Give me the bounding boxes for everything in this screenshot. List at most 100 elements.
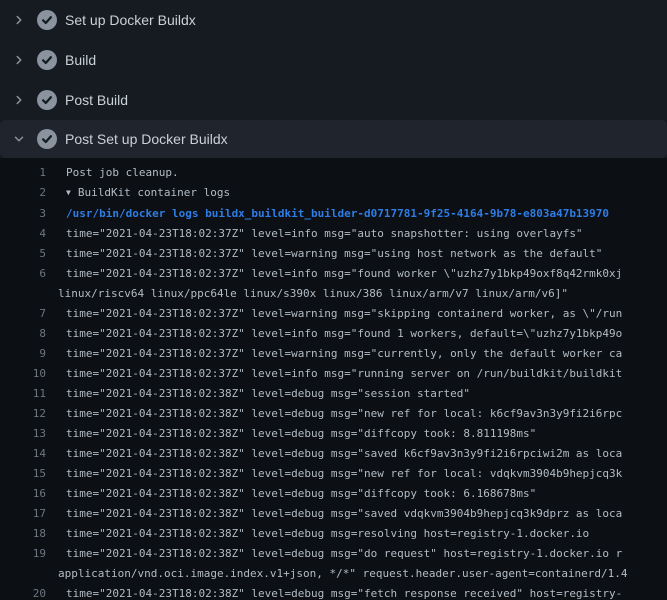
log-line-content: time="2021-04-23T18:02:37Z" level=info m… <box>58 364 622 384</box>
log-line-content: time="2021-04-23T18:02:37Z" level=warnin… <box>58 344 622 364</box>
log-line: 7 time="2021-04-23T18:02:37Z" level=warni… <box>0 304 667 324</box>
log-line-content: time="2021-04-23T18:02:38Z" level=debug … <box>58 544 628 584</box>
log-line: 11 time="2021-04-23T18:02:38Z" level=debu… <box>0 384 667 404</box>
log-line: 12 time="2021-04-23T18:02:38Z" level=debu… <box>0 404 667 424</box>
chevron-right-icon[interactable] <box>12 13 26 27</box>
chevron-right-icon[interactable] <box>12 93 26 107</box>
log-line-number[interactable]: 14 <box>0 444 46 464</box>
log-text-row: time="2021-04-23T18:02:37Z" level=info m… <box>58 324 622 344</box>
steps-list: Set up Docker Buildx Build Post Build Po… <box>0 0 667 158</box>
log-line-number[interactable]: 11 <box>0 384 46 404</box>
log-line-number[interactable]: 5 <box>0 244 46 264</box>
log-text-row: Post job cleanup. <box>58 163 179 183</box>
step-label: Post Build <box>65 92 128 108</box>
step-label: Build <box>65 52 96 68</box>
log-line-content: time="2021-04-23T18:02:37Z" level=warnin… <box>58 304 622 324</box>
log-line-content: /usr/bin/docker logs buildx_buildkit_bui… <box>58 204 609 224</box>
log-line-content: ▼ BuildKit container logs <box>58 183 230 204</box>
log-text-row: time="2021-04-23T18:02:38Z" level=debug … <box>58 424 536 444</box>
log-line-number[interactable]: 18 <box>0 524 46 544</box>
log-text-row: time="2021-04-23T18:02:37Z" level=warnin… <box>58 304 622 324</box>
chevron-down-icon[interactable] <box>12 132 26 146</box>
group-expand-triangle-icon[interactable]: ▼ <box>66 183 71 203</box>
log-line-number[interactable]: 2 <box>0 183 46 203</box>
check-circle-icon <box>37 129 57 149</box>
log-line-number[interactable]: 7 <box>0 304 46 324</box>
log-line-content: time="2021-04-23T18:02:38Z" level=debug … <box>58 584 622 600</box>
log-line-number[interactable]: 4 <box>0 224 46 244</box>
check-circle-icon <box>37 10 57 30</box>
log-text-row: application/vnd.oci.image.index.v1+json,… <box>58 564 628 584</box>
log-text-row: time="2021-04-23T18:02:38Z" level=debug … <box>58 464 622 484</box>
log-line: 9 time="2021-04-23T18:02:37Z" level=warni… <box>0 344 667 364</box>
log-line-content: time="2021-04-23T18:02:38Z" level=debug … <box>58 524 589 544</box>
log-line-number[interactable]: 16 <box>0 484 46 504</box>
log-line: 5 time="2021-04-23T18:02:37Z" level=warni… <box>0 244 667 264</box>
log-text-row: time="2021-04-23T18:02:37Z" level=warnin… <box>58 244 602 264</box>
log-line: 15 time="2021-04-23T18:02:38Z" level=debu… <box>0 464 667 484</box>
log-line-number[interactable]: 1 <box>0 163 46 183</box>
log-text-row: time="2021-04-23T18:02:38Z" level=debug … <box>58 504 622 524</box>
log-line-content: time="2021-04-23T18:02:37Z" level=warnin… <box>58 244 602 264</box>
log-line: 8 time="2021-04-23T18:02:37Z" level=info … <box>0 324 667 344</box>
log-text-row: time="2021-04-23T18:02:38Z" level=debug … <box>58 584 622 600</box>
log-panel: 1 Post job cleanup. 2 ▼ BuildKit container l… <box>0 158 667 600</box>
chevron-right-icon[interactable] <box>12 53 26 67</box>
log-line: 18 time="2021-04-23T18:02:38Z" level=debu… <box>0 524 667 544</box>
log-text-row: time="2021-04-23T18:02:38Z" level=debug … <box>58 484 536 504</box>
log-line-content: Post job cleanup. <box>58 163 179 183</box>
log-line-content: time="2021-04-23T18:02:38Z" level=debug … <box>58 484 536 504</box>
log-line-number[interactable]: 19 <box>0 544 46 564</box>
log-text-row: linux/riscv64 linux/ppc64le linux/s390x … <box>58 284 622 304</box>
log-line: 20 time="2021-04-23T18:02:38Z" level=debu… <box>0 584 667 600</box>
log-line-number[interactable]: 9 <box>0 344 46 364</box>
log-line-number[interactable]: 3 <box>0 204 46 224</box>
step-row-build[interactable]: Build <box>0 40 667 80</box>
log-line: 13 time="2021-04-23T18:02:38Z" level=debu… <box>0 424 667 444</box>
log-line-number[interactable]: 17 <box>0 504 46 524</box>
log-line-number[interactable]: 15 <box>0 464 46 484</box>
step-label: Post Set up Docker Buildx <box>65 131 228 147</box>
log-line: 16 time="2021-04-23T18:02:38Z" level=debu… <box>0 484 667 504</box>
log-line: 14 time="2021-04-23T18:02:38Z" level=debu… <box>0 444 667 464</box>
log-line: 3/usr/bin/docker logs buildx_buildkit_bu… <box>0 204 667 224</box>
log-line: 10 time="2021-04-23T18:02:37Z" level=info… <box>0 364 667 384</box>
log-line-content: time="2021-04-23T18:02:37Z" level=info m… <box>58 264 622 304</box>
log-line-content: time="2021-04-23T18:02:38Z" level=debug … <box>58 464 622 484</box>
log-line-content: time="2021-04-23T18:02:38Z" level=debug … <box>58 424 536 444</box>
check-circle-icon <box>37 90 57 110</box>
log-text-row: time="2021-04-23T18:02:38Z" level=debug … <box>58 524 589 544</box>
step-row-post-build[interactable]: Post Build <box>0 80 667 120</box>
group-label: BuildKit container logs <box>78 186 230 199</box>
log-group-header[interactable]: ▼ BuildKit container logs <box>58 183 230 204</box>
log-line-number[interactable]: 13 <box>0 424 46 444</box>
log-line-number[interactable]: 6 <box>0 264 46 284</box>
log-line: 2 ▼ BuildKit container logs <box>0 183 667 204</box>
step-row-set-up-docker-buildx[interactable]: Set up Docker Buildx <box>0 0 667 40</box>
log-line-number[interactable]: 12 <box>0 404 46 424</box>
log-line-content: time="2021-04-23T18:02:37Z" level=info m… <box>58 324 622 344</box>
log-line-content: time="2021-04-23T18:02:38Z" level=debug … <box>58 504 622 524</box>
log-text-row: time="2021-04-23T18:02:38Z" level=debug … <box>58 444 622 464</box>
log-text-row: time="2021-04-23T18:02:38Z" level=debug … <box>58 544 628 564</box>
log-line-content: time="2021-04-23T18:02:38Z" level=debug … <box>58 444 622 464</box>
log-line: 19 time="2021-04-23T18:02:38Z" level=debu… <box>0 544 667 584</box>
log-text-row: time="2021-04-23T18:02:37Z" level=info m… <box>58 364 622 384</box>
log-line-number[interactable]: 8 <box>0 324 46 344</box>
log-text-row: time="2021-04-23T18:02:37Z" level=info m… <box>58 264 622 284</box>
log-text-row: time="2021-04-23T18:02:38Z" level=debug … <box>58 384 470 404</box>
log-line: 1 Post job cleanup. <box>0 163 667 183</box>
log-line-content: time="2021-04-23T18:02:38Z" level=debug … <box>58 404 622 424</box>
log-line: 6 time="2021-04-23T18:02:37Z" level=info … <box>0 264 667 304</box>
log-text-row: time="2021-04-23T18:02:38Z" level=debug … <box>58 404 622 424</box>
log-line-content: time="2021-04-23T18:02:38Z" level=debug … <box>58 384 470 404</box>
step-label: Set up Docker Buildx <box>65 12 196 28</box>
log-line-content: time="2021-04-23T18:02:37Z" level=info m… <box>58 224 583 244</box>
log-line-number[interactable]: 20 <box>0 584 46 600</box>
check-circle-icon <box>37 50 57 70</box>
log-text-row: time="2021-04-23T18:02:37Z" level=info m… <box>58 224 583 244</box>
step-row-post-set-up-docker-buildx[interactable]: Post Set up Docker Buildx <box>0 120 667 158</box>
log-text-row: time="2021-04-23T18:02:37Z" level=warnin… <box>58 344 622 364</box>
log-line: 17 time="2021-04-23T18:02:38Z" level=debu… <box>0 504 667 524</box>
log-line-number[interactable]: 10 <box>0 364 46 384</box>
